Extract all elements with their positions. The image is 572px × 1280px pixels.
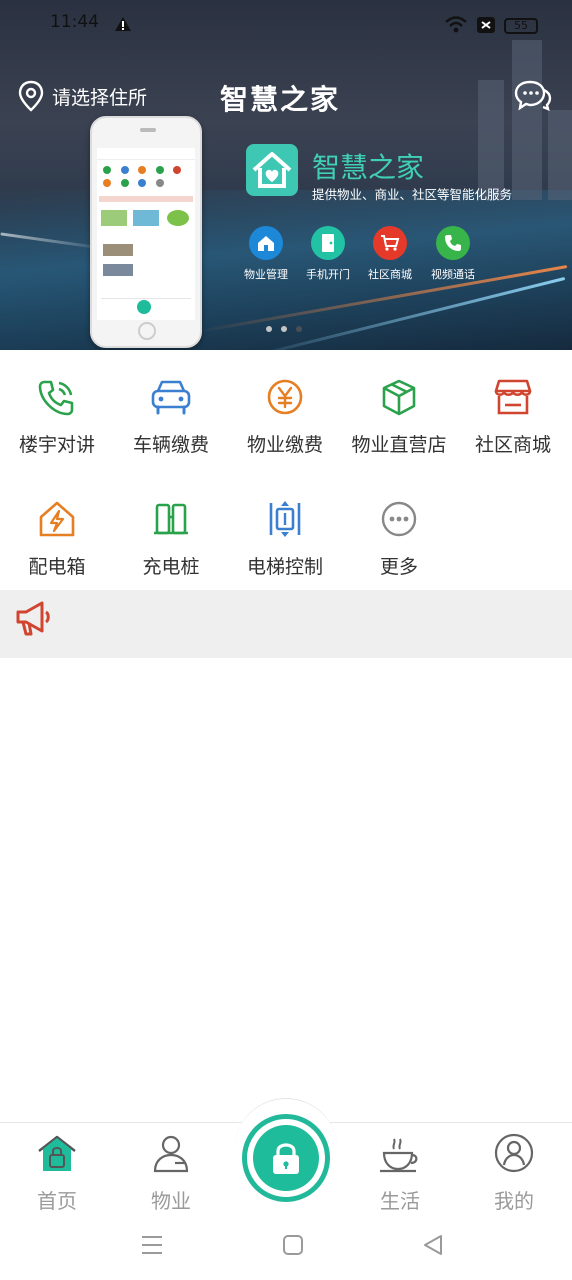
brand-house-heart-icon bbox=[252, 152, 292, 188]
service-label: 车辆缴费 bbox=[132, 434, 209, 456]
yen-coin-icon bbox=[267, 379, 303, 415]
service-label: 充电桩 bbox=[142, 556, 200, 578]
tab-label: 我的 bbox=[494, 1189, 534, 1213]
tab-property[interactable]: 物业 bbox=[121, 1133, 221, 1214]
pagination-dot[interactable] bbox=[281, 326, 287, 332]
service-more[interactable]: 更多 bbox=[342, 488, 456, 588]
service-intercom[interactable]: 楼宇对讲 bbox=[0, 366, 114, 466]
person-icon bbox=[153, 1135, 189, 1173]
warning-icon bbox=[115, 17, 131, 31]
pagination-dot[interactable] bbox=[266, 326, 272, 332]
service-label: 社区商城 bbox=[474, 434, 551, 456]
power-box-icon bbox=[39, 501, 75, 537]
wifi-icon bbox=[445, 16, 467, 33]
charging-pile-icon bbox=[154, 503, 188, 535]
back-icon[interactable] bbox=[422, 1234, 444, 1256]
service-label: 更多 bbox=[379, 556, 418, 578]
intercom-phone-icon bbox=[38, 380, 74, 416]
box-icon bbox=[382, 379, 416, 416]
service-property-fee[interactable]: 物业缴费 bbox=[228, 366, 342, 466]
hero-banner[interactable]: 11:44 55 请选择住所 智慧之家 智慧之家 提供物业、商业、社区等智能化服… bbox=[0, 0, 572, 350]
tab-label: 物业 bbox=[151, 1189, 191, 1213]
banner-feature-video-call: 视频通话 bbox=[421, 226, 485, 282]
cart-icon bbox=[373, 226, 407, 260]
message-icon[interactable] bbox=[514, 78, 552, 112]
megaphone-icon bbox=[16, 601, 50, 636]
battery-indicator: 55 bbox=[504, 18, 538, 34]
elevator-icon bbox=[269, 501, 301, 537]
banner-building bbox=[512, 40, 542, 200]
phone-screen bbox=[97, 148, 195, 320]
service-power-box[interactable]: 配电箱 bbox=[0, 488, 114, 588]
brand-name: 智慧之家 bbox=[312, 151, 425, 184]
brand-logo bbox=[246, 144, 298, 196]
lock-icon bbox=[273, 1143, 299, 1174]
tab-label: 生活 bbox=[380, 1189, 420, 1213]
banner-feature-mall: 社区商城 bbox=[358, 226, 422, 282]
home-button-icon[interactable] bbox=[282, 1234, 304, 1256]
coffee-icon bbox=[380, 1138, 418, 1173]
pagination-dot-active[interactable] bbox=[296, 326, 302, 332]
service-label: 楼宇对讲 bbox=[18, 434, 95, 456]
service-direct-store[interactable]: 物业直营店 bbox=[342, 366, 456, 466]
service-label: 配电箱 bbox=[28, 556, 86, 578]
door-icon bbox=[311, 226, 345, 260]
banner-building bbox=[478, 80, 504, 200]
service-vehicle-payment[interactable]: 车辆缴费 bbox=[114, 366, 228, 466]
status-time: 11:44 bbox=[50, 12, 99, 32]
location-selector[interactable]: 请选择住所 bbox=[18, 80, 147, 112]
service-community-mall[interactable]: 社区商城 bbox=[456, 366, 570, 466]
phone-icon bbox=[436, 226, 470, 260]
banner-building bbox=[548, 110, 572, 200]
tab-mine[interactable]: 我的 bbox=[464, 1133, 564, 1214]
phone-mockup-image bbox=[90, 116, 202, 348]
brand-tagline: 提供物业、商业、社区等智能化服务 bbox=[312, 187, 513, 202]
phone-home-button bbox=[138, 322, 156, 340]
app-title: 智慧之家 bbox=[220, 83, 341, 116]
home-lock-icon bbox=[38, 1135, 76, 1171]
phone-speaker bbox=[140, 128, 156, 132]
profile-icon bbox=[494, 1133, 534, 1173]
sim-icon bbox=[477, 17, 495, 33]
banner-pagination[interactable] bbox=[266, 326, 302, 332]
car-icon bbox=[151, 380, 191, 415]
banner-feature-open-door: 手机开门 bbox=[296, 226, 360, 282]
location-pin-icon bbox=[18, 80, 44, 112]
tab-life[interactable]: 生活 bbox=[350, 1133, 450, 1214]
service-charging-pile[interactable]: 充电桩 bbox=[114, 488, 228, 588]
menu-icon[interactable] bbox=[140, 1234, 164, 1256]
more-icon bbox=[381, 501, 417, 537]
unlock-button[interactable] bbox=[242, 1114, 330, 1202]
location-label: 请选择住所 bbox=[52, 86, 148, 109]
tab-home[interactable]: 首页 bbox=[7, 1133, 107, 1214]
service-label: 物业直营店 bbox=[351, 434, 447, 456]
shop-icon bbox=[494, 379, 532, 415]
banner-feature-property: 物业管理 bbox=[234, 226, 298, 282]
service-elevator-control[interactable]: 电梯控制 bbox=[228, 488, 342, 588]
announcement-bar[interactable] bbox=[0, 590, 572, 658]
tab-label: 首页 bbox=[37, 1189, 77, 1213]
home-icon bbox=[249, 226, 283, 260]
system-navigation-bar bbox=[0, 1214, 572, 1280]
service-label: 物业缴费 bbox=[246, 434, 323, 456]
service-label: 电梯控制 bbox=[246, 556, 323, 578]
